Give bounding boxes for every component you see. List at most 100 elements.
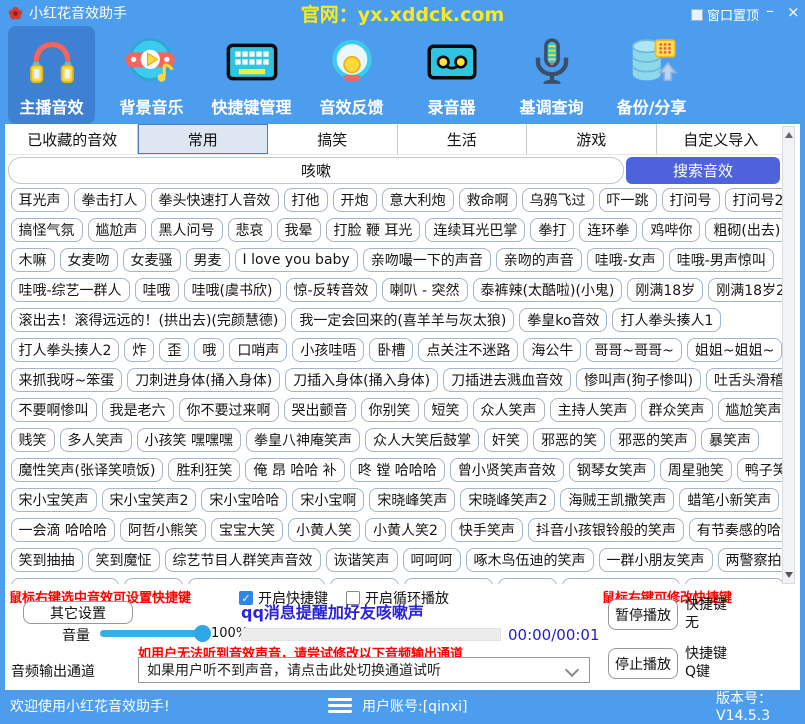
sound-button[interactable]: 咚 镗 哈哈哈: [350, 458, 445, 482]
sound-button[interactable]: 惊-反转音效: [286, 278, 377, 302]
sound-button[interactable]: 钢琴女笑声: [569, 458, 655, 482]
pin-window-checkbox[interactable]: [691, 9, 703, 21]
sound-button[interactable]: 哇哦: [135, 278, 179, 302]
sound-button[interactable]: 悲哀: [228, 218, 272, 242]
sound-button[interactable]: 打人拳头揍人2: [11, 338, 120, 362]
tab-item-3[interactable]: 生活: [398, 124, 528, 154]
sound-button[interactable]: 周星驰笑: [660, 458, 732, 482]
sound-button[interactable]: 暴笑声: [701, 428, 759, 452]
sound-button[interactable]: 女麦骚: [123, 248, 181, 272]
sound-button[interactable]: 主持人笑声: [550, 398, 636, 422]
volume-slider-thumb[interactable]: [194, 625, 211, 642]
sound-button[interactable]: 救命啊: [459, 188, 517, 212]
sound-button[interactable]: 众人笑声: [473, 398, 545, 422]
sound-button[interactable]: 呵呵呵: [403, 548, 461, 572]
sound-button[interactable]: 蜡笔小新笑声: [679, 488, 779, 512]
sound-button[interactable]: 我是老六: [102, 398, 174, 422]
sound-button[interactable]: 哇哦(虞书欣): [184, 278, 281, 302]
toolbar-item-backup-database[interactable]: 备份/分享: [608, 26, 695, 124]
stop-button[interactable]: 停止播放: [608, 648, 678, 679]
scroll-up-icon[interactable]: [785, 132, 793, 138]
sound-button[interactable]: 贱笑: [11, 428, 55, 452]
sound-button[interactable]: 炸: [124, 338, 154, 362]
sound-button[interactable]: 多人笑声: [60, 428, 132, 452]
sound-button[interactable]: 我晕: [277, 218, 321, 242]
toolbar-item-headphones[interactable]: 主播音效: [8, 26, 95, 124]
sound-button[interactable]: 宋小宝笑声: [11, 488, 97, 512]
tab-item-0[interactable]: 已收藏的音效: [8, 124, 138, 154]
sound-button[interactable]: 曾小贤笑声音效: [450, 458, 564, 482]
sound-button[interactable]: 笑到抽抽: [11, 548, 83, 572]
sound-button[interactable]: 拳打: [530, 218, 574, 242]
sound-button[interactable]: 宋晓峰笑声: [369, 488, 455, 512]
sound-button[interactable]: 哇哦-女声: [587, 248, 664, 272]
sound-button[interactable]: 打问号2: [725, 188, 787, 212]
sound-button[interactable]: 吐舌头滑稽声: [706, 368, 786, 392]
sound-button[interactable]: 宋晓峰笑声2: [460, 488, 555, 512]
sound-button[interactable]: 魔性笑声(张译笑喷饭): [11, 458, 164, 482]
search-input[interactable]: [8, 157, 624, 184]
sound-button[interactable]: 滚出去！滚得远远的！(拱出去)(完颜慧德): [11, 308, 287, 332]
sound-button[interactable]: 群众笑声: [641, 398, 713, 422]
tab-item-5[interactable]: 自定义导入: [657, 124, 786, 154]
sound-button[interactable]: 吓一跳: [599, 188, 657, 212]
sound-button[interactable]: 诙谐笑声: [326, 548, 398, 572]
sound-button[interactable]: 尴尬声: [88, 218, 146, 242]
sound-button[interactable]: 短笑: [424, 398, 468, 422]
sound-button[interactable]: 邪恶的笑声: [610, 428, 696, 452]
sound-button[interactable]: 打脸 鞭 耳光: [326, 218, 421, 242]
sound-button[interactable]: 一会滴 哈哈哈: [11, 518, 115, 542]
sound-button[interactable]: 胜利狂笑: [168, 458, 240, 482]
volume-slider[interactable]: [100, 630, 202, 637]
grid-scrollbar[interactable]: [782, 126, 795, 584]
toolbar-item-keyboard[interactable]: 快捷键管理: [208, 26, 295, 124]
sound-button[interactable]: 口哨声: [229, 338, 287, 362]
tab-item-2[interactable]: 搞笑: [268, 124, 398, 154]
sound-button[interactable]: 刀插入身体(捅入身体): [285, 368, 438, 392]
sound-button[interactable]: 木嘛: [11, 248, 55, 272]
sound-button[interactable]: 宋小宝啊: [292, 488, 364, 512]
sound-button[interactable]: 海公牛: [523, 338, 581, 362]
sound-button[interactable]: 小黄人笑: [288, 518, 360, 542]
sound-button[interactable]: 邪恶的笑: [533, 428, 605, 452]
sound-button[interactable]: 小孩笑 嘿嘿嘿: [137, 428, 241, 452]
sound-button[interactable]: 歪: [159, 338, 189, 362]
close-icon[interactable]: ×: [787, 3, 800, 21]
sound-button[interactable]: 鸭子笑声: [737, 458, 786, 482]
sound-button[interactable]: 综艺节目人群笑声音效: [165, 548, 321, 572]
playback-progress-bar[interactable]: [241, 628, 501, 641]
sound-button[interactable]: 哦: [194, 338, 224, 362]
sound-button[interactable]: 男麦: [186, 248, 230, 272]
toolbar-item-microphone[interactable]: 基调查询: [508, 26, 595, 124]
sound-button[interactable]: 泰裤辣(太酷啦)(小鬼): [473, 278, 623, 302]
sound-button[interactable]: 一群小朋友笑声: [599, 548, 713, 572]
sound-button[interactable]: 啄木鸟伍迪的笑声: [466, 548, 594, 572]
sound-button[interactable]: 有节奏感的哈哈哈: [689, 518, 786, 542]
sound-button[interactable]: I love you baby: [235, 248, 358, 272]
sound-button[interactable]: 笑到魔怔: [88, 548, 160, 572]
sound-button[interactable]: 小黄人笑2: [365, 518, 446, 542]
sound-button[interactable]: 宋小宝哈哈: [201, 488, 287, 512]
sound-button[interactable]: 你不要过来啊: [179, 398, 279, 422]
sound-button[interactable]: 打他: [284, 188, 328, 212]
toolbar-item-music-disc[interactable]: 背景音乐: [108, 26, 195, 124]
sound-button[interactable]: 卧槽: [369, 338, 413, 362]
sound-button[interactable]: 哇哦-综艺一群人: [11, 278, 130, 302]
sound-button[interactable]: 海贼王凯撒笑声: [560, 488, 674, 512]
sound-button[interactable]: 快手笑声: [451, 518, 523, 542]
sound-button[interactable]: 拳皇ko音效: [519, 308, 607, 332]
sound-button[interactable]: 刀刺进身体(捅入身体): [127, 368, 280, 392]
sound-button[interactable]: 打人拳头揍人1: [612, 308, 721, 332]
menu-icon[interactable]: [328, 698, 352, 713]
sound-button[interactable]: 女麦吻: [60, 248, 118, 272]
output-channel-dropdown[interactable]: 如果用户听不到声音，请点击此处切换通道试听: [138, 657, 590, 683]
toolbar-item-cassette[interactable]: 录音器: [408, 26, 495, 124]
sound-button[interactable]: 宝宝大笑: [211, 518, 283, 542]
search-button[interactable]: 搜索音效: [626, 157, 780, 184]
sound-button[interactable]: 拳皇八神庵笑声: [246, 428, 360, 452]
sound-button[interactable]: 拳击打人: [74, 188, 146, 212]
pause-button[interactable]: 暂停播放: [608, 599, 678, 630]
sound-button[interactable]: 不要啊惨叫: [11, 398, 97, 422]
sound-button[interactable]: 刚满18岁: [627, 278, 703, 302]
sound-button[interactable]: 俺 昂 哈哈 补: [245, 458, 344, 482]
